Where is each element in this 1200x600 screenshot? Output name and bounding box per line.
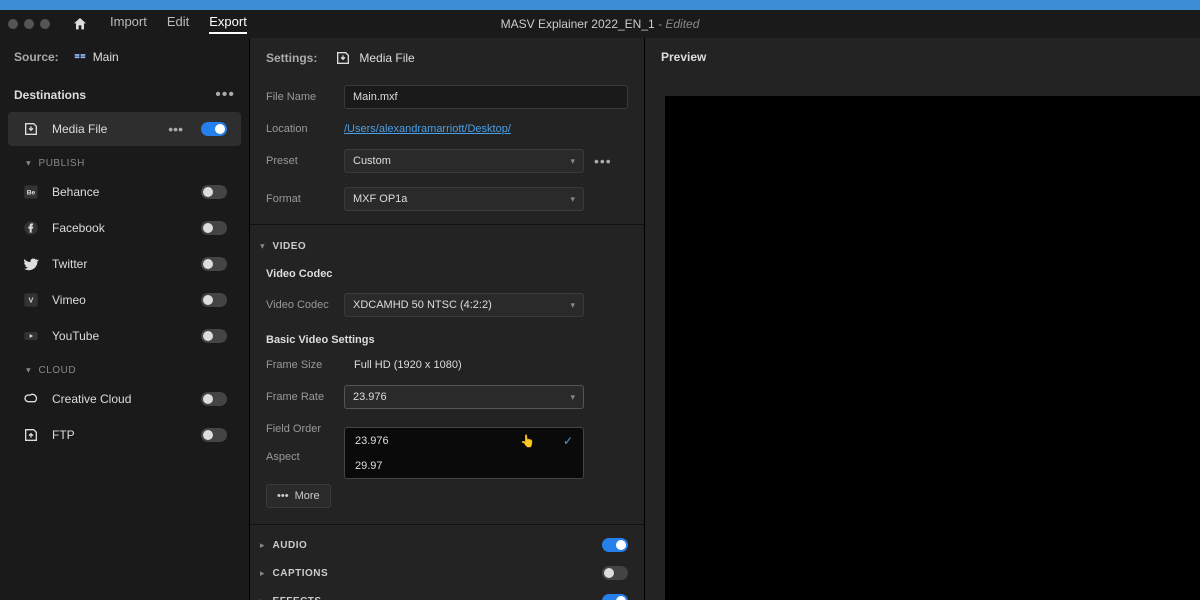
home-icon[interactable]	[70, 14, 90, 34]
twitter-toggle[interactable]	[201, 257, 227, 271]
captions-toggle[interactable]	[602, 566, 628, 580]
vimeo-toggle[interactable]	[201, 293, 227, 307]
settings-panel: Settings: Media File File Name Location …	[250, 38, 645, 600]
effects-toggle[interactable]	[602, 594, 628, 600]
destination-youtube[interactable]: YouTube	[8, 319, 241, 353]
creative-cloud-toggle[interactable]	[201, 392, 227, 406]
destination-vimeo[interactable]: V Vimeo	[8, 283, 241, 317]
youtube-icon	[22, 327, 40, 345]
effects-section-toggle[interactable]: ▸ EFFECTS	[250, 587, 644, 600]
category-publish[interactable]: ▸ PUBLISH	[0, 148, 249, 173]
chevron-down-icon: ▾	[570, 194, 575, 205]
cursor-icon: 👆	[520, 434, 535, 448]
destinations-more-icon[interactable]: •••	[215, 86, 235, 104]
sidebar: Source: Main Destinations ••• Media File…	[0, 38, 250, 600]
preset-more-icon[interactable]: •••	[594, 153, 612, 169]
facebook-toggle[interactable]	[201, 221, 227, 235]
chevron-down-icon: ▾	[570, 300, 575, 311]
settings-label: Settings:	[266, 51, 317, 65]
frame-rate-select[interactable]: 23.976 ▾	[344, 385, 584, 409]
destination-facebook[interactable]: Facebook	[8, 211, 241, 245]
preview-viewport[interactable]	[665, 96, 1200, 600]
chevron-right-icon: ▸	[260, 596, 265, 600]
destination-ftp[interactable]: FTP	[8, 418, 241, 452]
behance-toggle[interactable]	[201, 185, 227, 199]
location-link[interactable]: /Users/alexandramarriott/Desktop/	[344, 123, 511, 135]
basic-video-settings-title: Basic Video Settings	[250, 324, 644, 352]
frame-rate-dropdown: 23.976 ✓ 👆 29.97	[344, 427, 584, 479]
toolbar: Import Edit Export MASV Explainer 2022_E…	[0, 10, 1200, 38]
ftp-toggle[interactable]	[201, 428, 227, 442]
destinations-header: Destinations	[14, 88, 86, 102]
format-label: Format	[266, 193, 344, 205]
svg-text:Be: Be	[27, 190, 36, 197]
file-name-input[interactable]	[344, 85, 628, 109]
captions-section-toggle[interactable]: ▸ CAPTIONS	[250, 559, 644, 587]
behance-icon: Be	[22, 183, 40, 201]
export-icon	[22, 120, 40, 138]
more-dots-icon: •••	[277, 490, 289, 502]
frame-rate-option-2997[interactable]: 29.97	[345, 454, 583, 478]
video-codec-select[interactable]: XDCAMHD 50 NTSC (4:2:2) ▾	[344, 293, 584, 317]
category-cloud[interactable]: ▸ CLOUD	[0, 355, 249, 380]
destination-media-file[interactable]: Media File •••	[8, 112, 241, 146]
frame-size-label: Frame Size	[266, 359, 344, 371]
chevron-right-icon: ▸	[260, 540, 265, 551]
svg-text:V: V	[29, 296, 34, 305]
minimize-window-button[interactable]	[24, 19, 34, 29]
chevron-down-icon: ▸	[23, 161, 34, 166]
doc-status-text: - Edited	[658, 17, 699, 31]
more-button[interactable]: ••• More	[266, 484, 331, 508]
media-file-toggle[interactable]	[201, 122, 227, 136]
audio-section-toggle[interactable]: ▸ AUDIO	[250, 531, 644, 559]
settings-value: Media File	[335, 50, 414, 66]
field-order-label: Field Order	[266, 423, 344, 435]
format-select[interactable]: MXF OP1a ▾	[344, 187, 584, 211]
frame-rate-option-23976[interactable]: 23.976 ✓ 👆	[345, 428, 583, 454]
source-value[interactable]: Main	[73, 50, 119, 64]
youtube-toggle[interactable]	[201, 329, 227, 343]
export-icon	[335, 50, 351, 66]
window-controls	[8, 19, 50, 29]
audio-toggle[interactable]	[602, 538, 628, 552]
destination-twitter[interactable]: Twitter	[8, 247, 241, 281]
preset-label: Preset	[266, 155, 344, 167]
chevron-down-icon: ▾	[570, 392, 575, 403]
preview-panel: Preview	[645, 38, 1200, 600]
chevron-right-icon: ▸	[260, 568, 265, 579]
tab-import[interactable]: Import	[110, 14, 147, 34]
location-label: Location	[266, 123, 344, 135]
video-section-toggle[interactable]: ▸ VIDEO	[250, 231, 644, 258]
close-window-button[interactable]	[8, 19, 18, 29]
doc-title-text: MASV Explainer 2022_EN_1	[501, 17, 655, 31]
chevron-down-icon: ▸	[257, 244, 268, 249]
document-title: MASV Explainer 2022_EN_1 - Edited	[501, 17, 700, 31]
facebook-icon	[22, 219, 40, 237]
chevron-down-icon: ▾	[570, 156, 575, 167]
frame-size-value: Full HD (1920 x 1080)	[344, 359, 462, 371]
media-file-more-icon[interactable]: •••	[168, 121, 183, 137]
video-codec-label: Video Codec	[266, 299, 344, 311]
creative-cloud-icon	[22, 390, 40, 408]
chevron-down-icon: ▸	[23, 368, 34, 373]
file-name-label: File Name	[266, 91, 344, 103]
top-accent-bar	[0, 0, 1200, 10]
ftp-icon	[22, 426, 40, 444]
source-label: Source:	[14, 50, 59, 64]
tab-export[interactable]: Export	[209, 14, 247, 34]
preset-select[interactable]: Custom ▾	[344, 149, 584, 173]
tab-edit[interactable]: Edit	[167, 14, 189, 34]
twitter-icon	[22, 255, 40, 273]
video-codec-section-title: Video Codec	[250, 258, 644, 286]
preview-header: Preview	[645, 38, 1200, 76]
frame-rate-label: Frame Rate	[266, 391, 344, 403]
check-icon: ✓	[563, 434, 573, 448]
maximize-window-button[interactable]	[40, 19, 50, 29]
aspect-label: Aspect	[266, 451, 344, 463]
destination-creative-cloud[interactable]: Creative Cloud	[8, 382, 241, 416]
vimeo-icon: V	[22, 291, 40, 309]
destination-behance[interactable]: Be Behance	[8, 175, 241, 209]
